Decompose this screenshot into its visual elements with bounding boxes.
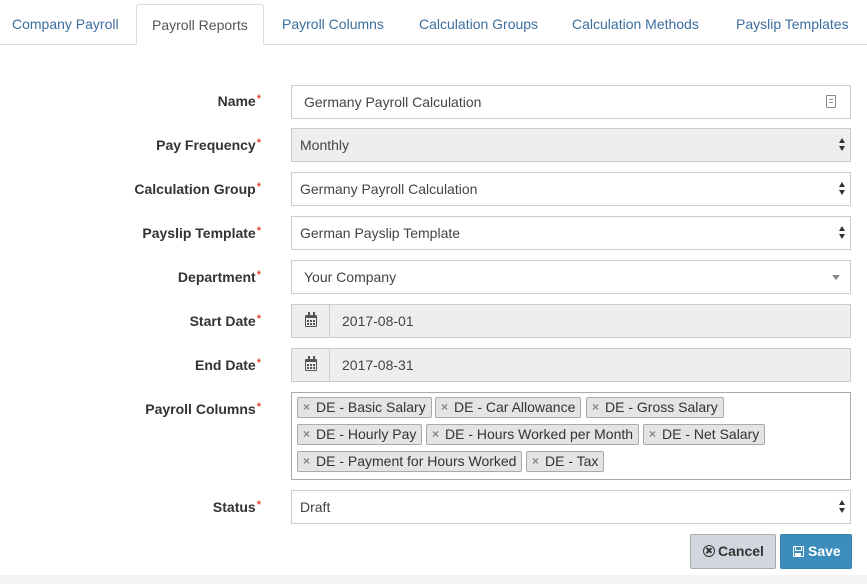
cancel-button[interactable]: Cancel [690, 534, 776, 569]
contact-card-icon [826, 95, 836, 108]
payroll-column-tag: × DE - Net Salary [643, 424, 766, 445]
chevron-down-icon [832, 275, 840, 280]
status-label: Status* [212, 499, 261, 515]
start-date-calendar-button[interactable] [291, 304, 330, 338]
start-date-input[interactable]: 2017-08-01 [329, 304, 851, 338]
remove-tag-icon[interactable]: × [441, 398, 448, 417]
end-date-calendar-button[interactable] [291, 348, 330, 382]
select-arrows-icon [839, 138, 846, 152]
pay-frequency-label: Pay Frequency* [156, 137, 261, 153]
payroll-column-tag: × DE - Hourly Pay [297, 424, 423, 445]
end-date-label: End Date* [195, 357, 261, 373]
remove-tag-icon[interactable]: × [649, 425, 656, 444]
remove-tag-icon[interactable]: × [303, 452, 310, 471]
tab-bar: Company Payroll Payroll Reports Payroll … [0, 0, 867, 46]
remove-tag-icon[interactable]: × [432, 425, 439, 444]
floppy-disk-icon [793, 546, 804, 557]
payroll-column-tag: × DE - Gross Salary [586, 397, 724, 418]
remove-tag-icon[interactable]: × [303, 425, 310, 444]
payslip-template-select[interactable]: German Payslip Template [291, 216, 851, 250]
calendar-icon [305, 356, 317, 371]
tab-calculation-groups[interactable]: Calculation Groups [419, 4, 538, 45]
name-input[interactable]: Germany Payroll Calculation [291, 85, 851, 119]
payroll-column-tag: × DE - Car Allowance [435, 397, 582, 418]
select-arrows-icon [839, 500, 846, 514]
payroll-columns-multiselect[interactable]: × DE - Basic Salary × DE - Car Allowance ×… [291, 392, 851, 480]
tab-company-payroll[interactable]: Company Payroll [12, 4, 119, 45]
payroll-columns-label: Payroll Columns* [145, 401, 261, 417]
department-label: Department* [177, 269, 261, 285]
calculation-group-select[interactable]: Germany Payroll Calculation [291, 172, 851, 206]
payslip-template-label: Payslip Template* [142, 225, 261, 241]
payroll-column-tag: × DE - Tax [526, 451, 605, 472]
pay-frequency-select[interactable]: Monthly [291, 128, 851, 162]
name-label: Name* [217, 93, 261, 109]
select-arrows-icon [839, 182, 846, 196]
calculation-group-label: Calculation Group* [134, 181, 261, 197]
tab-payroll-reports[interactable]: Payroll Reports [136, 4, 264, 46]
times-circle-icon [703, 545, 715, 557]
end-date-input[interactable]: 2017-08-31 [329, 348, 851, 382]
calendar-icon [305, 312, 317, 327]
save-button[interactable]: Save [780, 534, 852, 569]
payroll-column-tag: × DE - Hours Worked per Month [426, 424, 640, 445]
payroll-column-tag: × DE - Basic Salary [297, 397, 432, 418]
tab-calculation-methods[interactable]: Calculation Methods [572, 4, 699, 45]
start-date-label: Start Date* [189, 313, 261, 329]
tab-payslip-templates[interactable]: Payslip Templates [736, 4, 849, 45]
select-arrows-icon [839, 226, 846, 240]
remove-tag-icon[interactable]: × [592, 398, 599, 417]
tab-payroll-columns[interactable]: Payroll Columns [282, 4, 384, 45]
page-footer-strip [0, 575, 867, 584]
payroll-column-tag: × DE - Payment for Hours Worked [297, 451, 523, 472]
status-select[interactable]: Draft [291, 490, 851, 524]
remove-tag-icon[interactable]: × [303, 398, 310, 417]
remove-tag-icon[interactable]: × [532, 452, 539, 471]
department-select[interactable]: Your Company [291, 260, 851, 294]
